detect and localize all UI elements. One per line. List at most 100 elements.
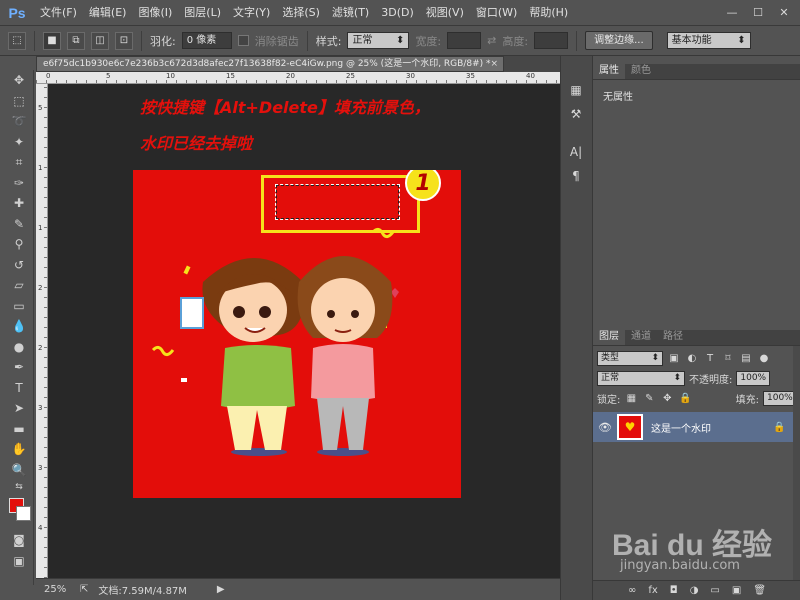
- zoom-tool-icon[interactable]: 🔍: [4, 460, 34, 481]
- menu-help[interactable]: 帮助(H): [523, 0, 574, 26]
- menu-layer[interactable]: 图层(L): [178, 0, 227, 26]
- opacity-label: 不透明度:: [689, 374, 733, 386]
- workspace-select[interactable]: 基本功能 ⬍: [666, 32, 751, 49]
- feather-input[interactable]: 0 像素: [181, 32, 232, 49]
- menu-type[interactable]: 文字(Y): [227, 0, 276, 26]
- shape-filter-icon[interactable]: ⌑: [721, 351, 735, 365]
- lock-position-icon[interactable]: ✥: [660, 391, 674, 405]
- hand-tool-icon[interactable]: ✋: [4, 439, 34, 460]
- width-input[interactable]: [447, 32, 482, 49]
- minimize-button[interactable]: —: [720, 3, 744, 21]
- link-layers-icon[interactable]: ∞: [628, 585, 636, 596]
- crop-tool-icon[interactable]: ⌗: [4, 152, 34, 173]
- paragraph-panel-icon[interactable]: ¶: [561, 164, 591, 188]
- menu-select[interactable]: 选择(S): [276, 0, 326, 26]
- adjustment-filter-icon[interactable]: ◐: [685, 351, 699, 365]
- tab-channels[interactable]: 通道: [625, 330, 657, 345]
- move-tool-icon[interactable]: ✥: [4, 70, 34, 91]
- dodge-tool-icon[interactable]: ●: [4, 337, 34, 358]
- pixel-filter-icon[interactable]: ▣: [667, 351, 681, 365]
- layer-row[interactable]: 👁 ♥ 这是一个水印 🔒: [593, 412, 793, 442]
- height-input[interactable]: [534, 32, 569, 49]
- tab-close-icon[interactable]: ×: [490, 57, 498, 71]
- intersect-selection-icon[interactable]: ⊡: [115, 31, 133, 50]
- menu-file[interactable]: 文件(F): [34, 0, 83, 26]
- clone-stamp-tool-icon[interactable]: ⚲: [4, 234, 34, 255]
- swap-icon[interactable]: ⇄: [487, 34, 496, 47]
- lock-row: 锁定: ▦ ✎ ✥ 🔒 填充: 100%: [593, 388, 800, 408]
- brush-tool-icon[interactable]: ✎: [4, 214, 34, 235]
- new-group-icon[interactable]: ▭: [710, 585, 719, 596]
- pen-tool-icon[interactable]: ✒: [4, 357, 34, 378]
- adjustment-layer-icon[interactable]: ◑: [690, 585, 699, 596]
- tab-layers[interactable]: 图层: [593, 330, 625, 345]
- menu-view[interactable]: 视图(V): [420, 0, 470, 26]
- tab-paths[interactable]: 路径: [657, 330, 689, 345]
- character-panel-icon[interactable]: A|: [561, 140, 591, 164]
- magic-wand-tool-icon[interactable]: ✦: [4, 132, 34, 153]
- smart-object-filter-icon[interactable]: ▤: [739, 351, 753, 365]
- eraser-tool-icon[interactable]: ▱: [4, 275, 34, 296]
- menu-image[interactable]: 图像(I): [132, 0, 178, 26]
- add-selection-icon[interactable]: ⧉: [67, 31, 85, 50]
- refine-edge-button[interactable]: 调整边缘...: [585, 31, 653, 50]
- lock-transparent-icon[interactable]: ▦: [624, 391, 638, 405]
- marquee-tool-icon[interactable]: ⬚: [8, 31, 26, 50]
- screen-mode-icon[interactable]: ▣: [4, 551, 34, 572]
- subtract-selection-icon[interactable]: ◫: [91, 31, 109, 50]
- shape-tool-icon[interactable]: ▬: [4, 419, 34, 440]
- canvas-area[interactable]: 按快捷键【Alt+Delete】填充前景色， 水印已经去掉啦 1: [48, 84, 560, 578]
- maximize-button[interactable]: ☐: [746, 3, 770, 21]
- reset-colors-icon[interactable]: ⇆: [4, 480, 34, 494]
- fill-value: 100%: [767, 392, 793, 403]
- opacity-input[interactable]: 100%: [736, 370, 771, 386]
- horizontal-ruler: 0 5 10 15 20 25 30 35 40: [36, 72, 560, 84]
- new-selection-icon[interactable]: ■: [43, 31, 61, 50]
- menu-filter[interactable]: 滤镜(T): [326, 0, 375, 26]
- visibility-eye-icon[interactable]: 👁: [593, 421, 617, 434]
- tab-properties[interactable]: 属性: [593, 64, 625, 79]
- layers-scrollbar[interactable]: [793, 346, 800, 600]
- style-label: 样式:: [315, 34, 342, 48]
- blend-mode-select[interactable]: 正常 ⬍: [597, 370, 685, 386]
- menu-3d[interactable]: 3D(D): [375, 0, 420, 26]
- lock-image-icon[interactable]: ✎: [642, 391, 656, 405]
- tab-color[interactable]: 颜色: [625, 64, 657, 79]
- arrow-right-icon[interactable]: ▶: [217, 584, 225, 595]
- type-filter-icon[interactable]: T: [703, 351, 717, 365]
- type-tool-icon[interactable]: T: [4, 378, 34, 399]
- history-brush-tool-icon[interactable]: ↺: [4, 255, 34, 276]
- gradient-tool-icon[interactable]: ▭: [4, 296, 34, 317]
- rect-marquee-tool-icon[interactable]: ⬚: [4, 91, 34, 112]
- history-panel-icon[interactable]: ▦: [561, 78, 591, 102]
- healing-brush-tool-icon[interactable]: ✚: [4, 193, 34, 214]
- new-layer-icon[interactable]: ▣: [732, 585, 741, 596]
- ruler-label: 1: [38, 164, 43, 172]
- eyedropper-tool-icon[interactable]: ✑: [4, 173, 34, 194]
- layer-name[interactable]: 这是一个水印: [651, 420, 773, 435]
- document-info[interactable]: 文档:7.59M/4.87M: [98, 582, 187, 597]
- ruler-label: 25: [346, 72, 355, 80]
- layer-mask-icon[interactable]: ◘: [670, 585, 678, 596]
- background-color-swatch[interactable]: [16, 506, 31, 521]
- antialias-checkbox[interactable]: [237, 35, 249, 46]
- path-selection-tool-icon[interactable]: ➤: [4, 398, 34, 419]
- blur-tool-icon[interactable]: 💧: [4, 316, 34, 337]
- layer-filter-select[interactable]: 类型 ⬍: [597, 350, 663, 366]
- menu-edit[interactable]: 编辑(E): [83, 0, 133, 26]
- menu-window[interactable]: 窗口(W): [470, 0, 523, 26]
- document-tab[interactable]: e6f75dc1b930e6c7e236b3c672d3d8afec27f136…: [36, 56, 504, 72]
- zoom-level[interactable]: 25%: [44, 584, 70, 595]
- filter-toggle-icon[interactable]: ●: [757, 351, 771, 365]
- quick-mask-icon[interactable]: ◙: [4, 530, 34, 551]
- style-select[interactable]: 正常 ⬍: [347, 32, 410, 49]
- trash-icon[interactable]: 🗑: [753, 585, 766, 596]
- fill-input[interactable]: 100%: [763, 390, 797, 406]
- tool-presets-icon[interactable]: ⚒: [561, 102, 591, 126]
- layer-style-icon[interactable]: fx: [648, 585, 657, 596]
- lock-all-icon[interactable]: 🔒: [678, 391, 692, 405]
- export-icon[interactable]: ⇱: [80, 584, 88, 595]
- close-button[interactable]: ✕: [772, 3, 796, 21]
- document-image[interactable]: 1: [133, 170, 461, 498]
- lasso-tool-icon[interactable]: ➰: [4, 111, 34, 132]
